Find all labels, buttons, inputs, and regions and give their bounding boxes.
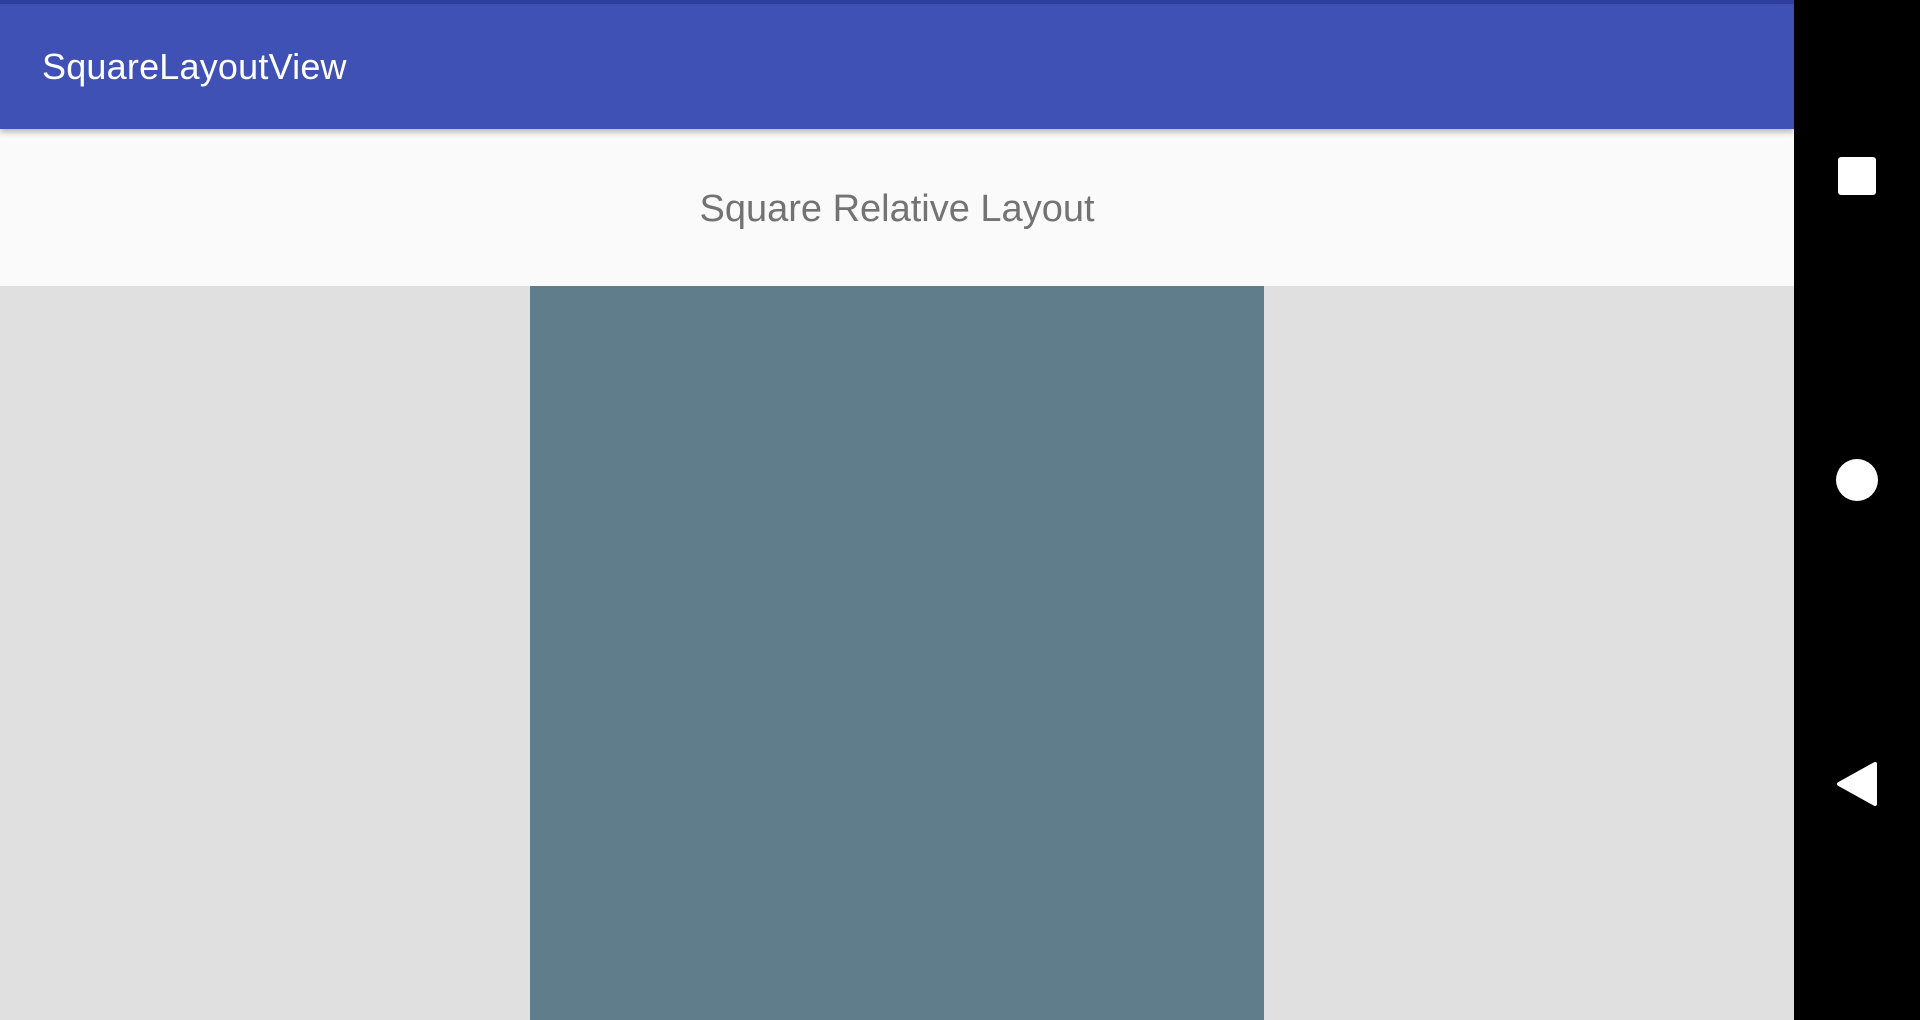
recents-button[interactable]	[1794, 113, 1920, 239]
home-button[interactable]	[1794, 417, 1920, 543]
app-toolbar: SquareLayoutView	[0, 4, 1794, 129]
square-icon	[1838, 157, 1876, 195]
layout-header-text: Square Relative Layout	[699, 188, 1095, 230]
triangle-back-icon	[1837, 762, 1877, 806]
layout-header: Square Relative Layout	[0, 129, 1794, 286]
app-title: SquareLayoutView	[42, 46, 347, 87]
navigation-bar	[1794, 0, 1920, 1020]
device-screen: SquareLayoutView Square Relative Layout	[0, 0, 1920, 1020]
square-relative-layout	[530, 286, 1264, 1020]
back-button[interactable]	[1794, 721, 1920, 847]
circle-icon	[1836, 459, 1878, 501]
app-content-area: SquareLayoutView Square Relative Layout	[0, 0, 1794, 1020]
